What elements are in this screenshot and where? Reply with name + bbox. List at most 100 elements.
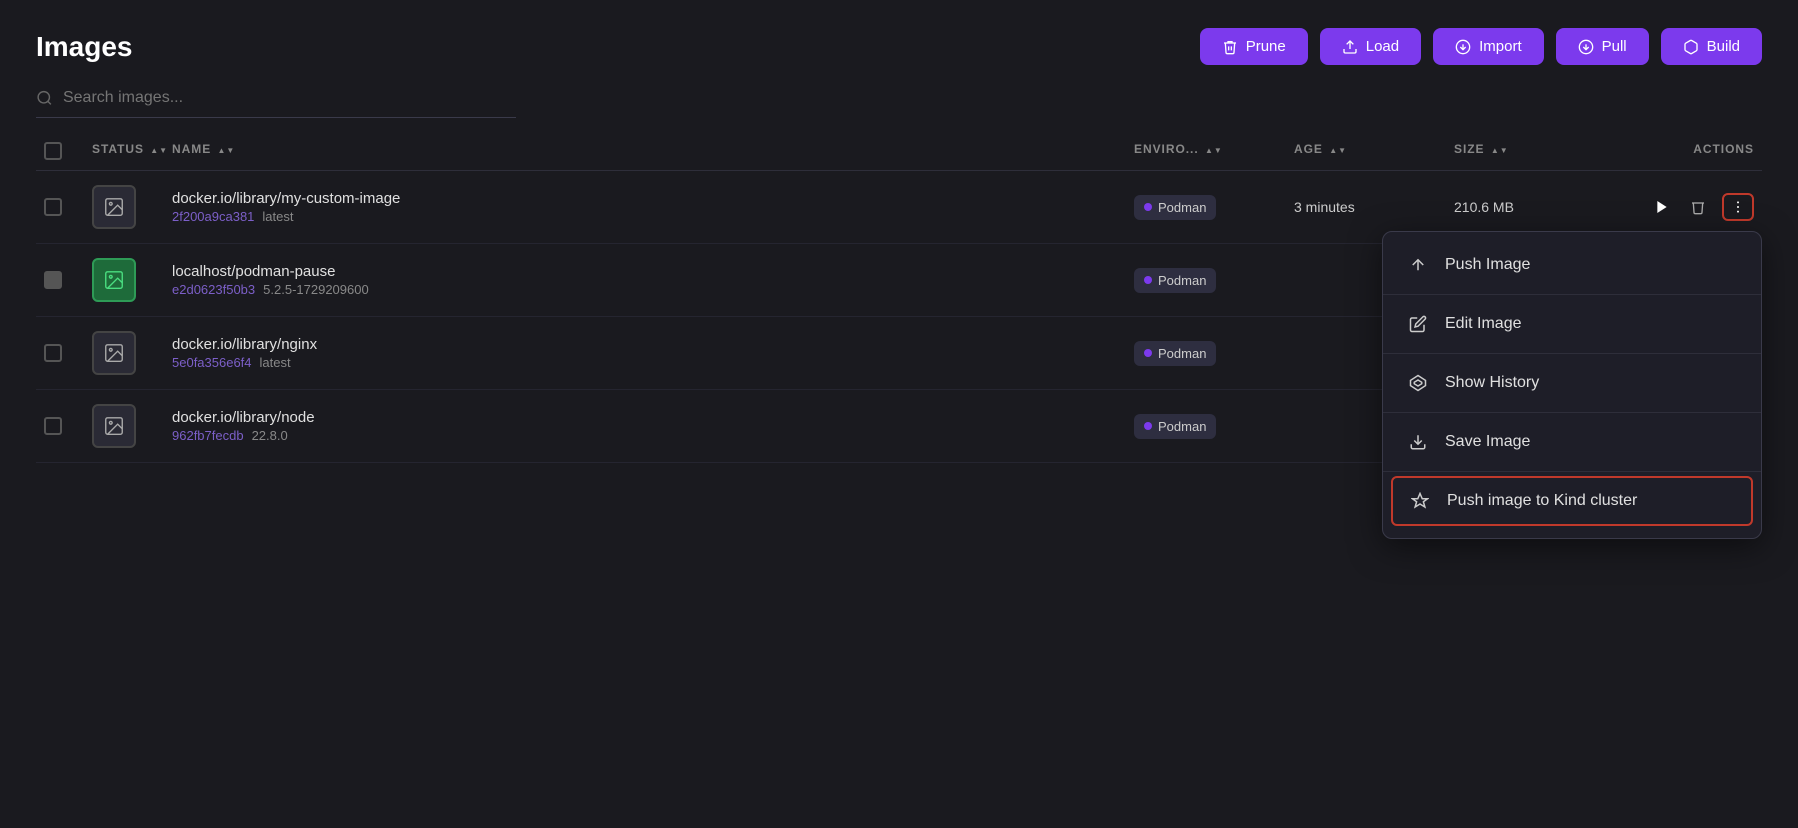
row0-name: docker.io/library/my-custom-image [172, 190, 1134, 207]
row0-more-button[interactable] [1722, 193, 1754, 221]
age-sort[interactable]: ▲▼ [1329, 147, 1347, 155]
row1-checkbox-col [44, 271, 92, 289]
env-dot [1144, 276, 1152, 284]
row2-icon [92, 331, 136, 375]
dropdown-push-image[interactable]: Push Image [1383, 240, 1761, 290]
row3-name-block: docker.io/library/node 962fb7fecdb 22.8.… [172, 409, 1134, 443]
col-status: STATUS ▲▼ [92, 142, 172, 160]
image-icon [103, 196, 125, 218]
dropdown-save-image[interactable]: Save Image [1383, 417, 1761, 467]
row1-id: e2d0623f50b3 [172, 282, 255, 297]
pull-button[interactable]: Pull [1556, 28, 1649, 65]
dropdown-history-label: Show History [1445, 374, 1539, 392]
row1-icon [92, 258, 136, 302]
image-icon [103, 415, 125, 437]
row1-name-block: localhost/podman-pause e2d0623f50b3 5.2.… [172, 263, 1134, 297]
row3-env: Podman [1134, 414, 1294, 439]
divider4 [1383, 471, 1761, 472]
pull-label: Pull [1602, 38, 1627, 55]
image-icon [103, 342, 125, 364]
row2-checkbox-col [44, 344, 92, 362]
prune-label: Prune [1246, 38, 1286, 55]
build-label: Build [1707, 38, 1740, 55]
row0-checkbox[interactable] [44, 198, 62, 216]
row3-checkbox[interactable] [44, 417, 62, 435]
row0-status [92, 185, 172, 229]
env-sort[interactable]: ▲▼ [1205, 147, 1223, 155]
row0-age: 3 minutes [1294, 199, 1454, 215]
dropdown-push-kind[interactable]: Push image to Kind cluster [1391, 476, 1753, 526]
page-title: Images [36, 31, 133, 63]
row2-env-label: Podman [1158, 346, 1206, 361]
select-all-checkbox[interactable] [44, 142, 62, 160]
page-container: Images Prune Load Import Pull Build [0, 0, 1798, 491]
row3-env-badge: Podman [1134, 414, 1216, 439]
row2-checkbox[interactable] [44, 344, 62, 362]
row0-run-button[interactable] [1650, 195, 1674, 219]
import-button[interactable]: Import [1433, 28, 1544, 65]
row0-env-label: Podman [1158, 200, 1206, 215]
row0-actions [1614, 193, 1754, 221]
row1-status [92, 258, 172, 302]
row3-meta: 962fb7fecdb 22.8.0 [172, 428, 1134, 443]
push-icon [1407, 256, 1429, 274]
env-dot [1144, 422, 1152, 430]
name-sort[interactable]: ▲▼ [217, 147, 235, 155]
images-table: STATUS ▲▼ NAME ▲▼ ENVIRO... ▲▼ AGE ▲▼ SI… [36, 142, 1762, 463]
row3-name: docker.io/library/node [172, 409, 1134, 426]
context-dropdown: Push Image Edit Image Show History [1382, 231, 1762, 539]
row2-name: docker.io/library/nginx [172, 336, 1134, 353]
row1-checkbox[interactable] [44, 271, 62, 289]
build-button[interactable]: Build [1661, 28, 1762, 65]
row3-status [92, 404, 172, 448]
col-actions: ACTIONS [1614, 142, 1754, 160]
page-header: Images Prune Load Import Pull Build [36, 28, 1762, 65]
col-size: SIZE ▲▼ [1454, 142, 1614, 160]
row0-tag: latest [262, 209, 293, 224]
dropdown-kind-label: Push image to Kind cluster [1447, 492, 1637, 510]
edit-icon [1407, 315, 1429, 333]
size-sort[interactable]: ▲▼ [1491, 147, 1509, 155]
row0-env-badge: Podman [1134, 195, 1216, 220]
row2-tag: latest [260, 355, 291, 370]
row2-name-block: docker.io/library/nginx 5e0fa356e6f4 lat… [172, 336, 1134, 370]
row2-meta: 5e0fa356e6f4 latest [172, 355, 1134, 370]
col-age: AGE ▲▼ [1294, 142, 1454, 160]
row0-meta: 2f200a9ca381 latest [172, 209, 1134, 224]
load-button[interactable]: Load [1320, 28, 1421, 65]
header-buttons: Prune Load Import Pull Build [1200, 28, 1762, 65]
import-label: Import [1479, 38, 1522, 55]
prune-button[interactable]: Prune [1200, 28, 1308, 65]
status-sort[interactable]: ▲▼ [150, 147, 168, 155]
row3-icon [92, 404, 136, 448]
env-dot [1144, 203, 1152, 211]
dropdown-edit-label: Edit Image [1445, 315, 1521, 333]
trash-icon [1222, 39, 1238, 55]
col-env: ENVIRO... ▲▼ [1134, 142, 1294, 160]
col-name: NAME ▲▼ [172, 142, 1134, 160]
load-label: Load [1366, 38, 1399, 55]
row3-env-label: Podman [1158, 419, 1206, 434]
search-input[interactable] [63, 89, 516, 107]
row1-env-label: Podman [1158, 273, 1206, 288]
row2-id: 5e0fa356e6f4 [172, 355, 252, 370]
row0-env: Podman [1134, 195, 1294, 220]
play-icon [1654, 199, 1670, 215]
ellipsis-icon [1730, 199, 1746, 215]
row3-tag: 22.8.0 [252, 428, 288, 443]
env-dot [1144, 349, 1152, 357]
row0-delete-button[interactable] [1686, 195, 1710, 219]
divider2 [1383, 353, 1761, 354]
divider1 [1383, 294, 1761, 295]
row2-status [92, 331, 172, 375]
row1-env: Podman [1134, 268, 1294, 293]
dropdown-show-history[interactable]: Show History [1383, 358, 1761, 408]
table-row: docker.io/library/my-custom-image 2f200a… [36, 171, 1762, 244]
row1-env-badge: Podman [1134, 268, 1216, 293]
history-icon [1407, 374, 1429, 392]
row0-name-block: docker.io/library/my-custom-image 2f200a… [172, 190, 1134, 224]
header-checkbox-col [44, 142, 92, 160]
dropdown-edit-image[interactable]: Edit Image [1383, 299, 1761, 349]
row1-name: localhost/podman-pause [172, 263, 1134, 280]
trash-icon [1690, 199, 1706, 215]
